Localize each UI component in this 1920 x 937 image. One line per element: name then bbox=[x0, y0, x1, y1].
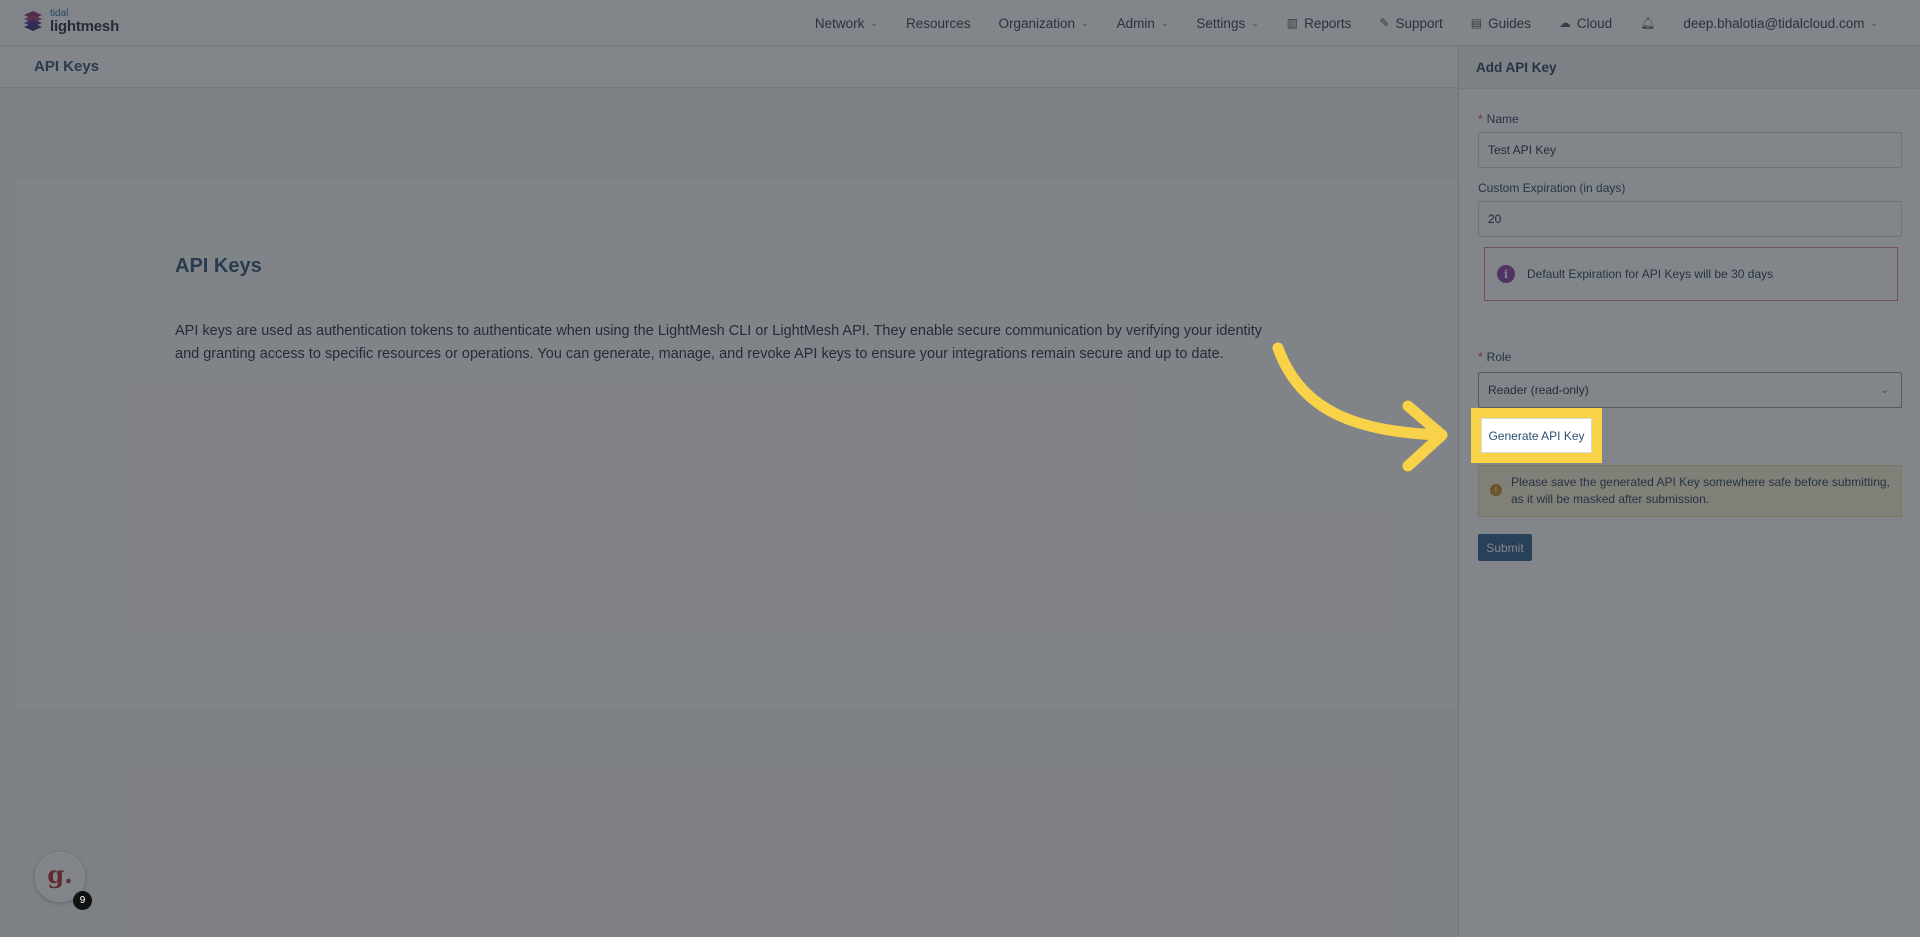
nav-admin[interactable]: Admin ⌄ bbox=[1103, 0, 1183, 46]
nav-guides[interactable]: ▤ Guides bbox=[1457, 0, 1545, 46]
save-key-warning: ! Please save the generated API Key some… bbox=[1478, 465, 1902, 517]
role-label: * Role bbox=[1478, 350, 1511, 364]
guide-arrow-icon bbox=[1272, 342, 1448, 472]
nav-support[interactable]: ✎ Support bbox=[1365, 0, 1456, 46]
expiration-input-value: 20 bbox=[1488, 212, 1502, 226]
required-marker: * bbox=[1478, 350, 1483, 364]
role-select[interactable]: Reader (read-only) ⌄ bbox=[1478, 372, 1902, 408]
nav-support-label: Support bbox=[1395, 15, 1443, 31]
nav-items: Network ⌄ Resources Organization ⌄ Admin ⌄ … bbox=[801, 0, 1892, 46]
lightmesh-logo-icon bbox=[24, 10, 42, 31]
name-input[interactable]: Test API Key bbox=[1478, 132, 1902, 168]
chevron-down-icon: ⌄ bbox=[1870, 17, 1878, 28]
nav-network[interactable]: Network ⌄ bbox=[801, 0, 892, 46]
nav-organization-label: Organization bbox=[998, 15, 1076, 31]
required-marker: * bbox=[1478, 112, 1483, 126]
nav-settings-label: Settings bbox=[1196, 15, 1246, 31]
chevron-down-icon: ⌄ bbox=[1081, 17, 1089, 28]
top-navbar: tidal lightmesh Network ⌄ Resources Organ… bbox=[0, 0, 1920, 46]
user-menu[interactable]: deep.bhalotia@tidalcloud.com ⌄ bbox=[1669, 0, 1892, 46]
description-line-1: API keys are used as authentication toke… bbox=[175, 323, 1263, 339]
expiration-input[interactable]: 20 bbox=[1478, 201, 1902, 237]
info-icon: i bbox=[1497, 265, 1515, 283]
drawer-header: Add API Key bbox=[1459, 47, 1920, 89]
chevron-down-icon: ⌄ bbox=[1251, 17, 1259, 28]
nav-reports[interactable]: ▥ Reports bbox=[1273, 0, 1366, 46]
role-label-text: Role bbox=[1486, 350, 1512, 364]
role-select-value: Reader (read-only) bbox=[1488, 383, 1589, 397]
content-title: API Keys bbox=[175, 255, 262, 277]
name-label: * Name bbox=[1478, 112, 1519, 126]
description-line-2: and granting access to specific resource… bbox=[175, 346, 1224, 362]
book-icon: ▤ bbox=[1470, 16, 1483, 30]
widget-logo-icon: g. bbox=[47, 859, 73, 889]
content-description: API keys are used as authentication toke… bbox=[175, 320, 1275, 366]
expiration-label: Custom Expiration (in days) bbox=[1478, 181, 1626, 195]
user-email: deep.bhalotia@tidalcloud.com bbox=[1683, 15, 1865, 31]
add-api-key-drawer: Add API Key * Name Test API Key Custom Ex… bbox=[1458, 47, 1920, 937]
notifications-button[interactable]: 🔔︎ bbox=[1626, 0, 1669, 46]
warning-line-2: as it will be masked after submission. bbox=[1511, 492, 1710, 506]
name-label-text: Name bbox=[1486, 112, 1519, 126]
bar-chart-icon: ▥ bbox=[1286, 16, 1299, 30]
cloud-icon: ☁ bbox=[1558, 16, 1571, 30]
info-alert-text: Default Expiration for API Keys will be … bbox=[1527, 267, 1774, 281]
nav-admin-label: Admin bbox=[1116, 15, 1155, 31]
nav-guides-label: Guides bbox=[1488, 15, 1531, 31]
nav-resources-label: Resources bbox=[905, 15, 971, 31]
bell-icon: 🔔︎ bbox=[1640, 16, 1656, 30]
warning-line-1: Please save the generated API Key somewh… bbox=[1511, 475, 1890, 489]
nav-network-label: Network bbox=[814, 15, 865, 31]
widget-badge: 9 bbox=[73, 891, 92, 910]
logo[interactable]: tidal lightmesh bbox=[22, 9, 119, 34]
wrench-icon: ✎ bbox=[1379, 16, 1390, 30]
chevron-down-icon: ⌄ bbox=[1880, 384, 1889, 396]
page-title: API Keys bbox=[34, 58, 100, 75]
nav-reports-label: Reports bbox=[1304, 15, 1352, 31]
expiration-info-alert: i Default Expiration for API Keys will b… bbox=[1484, 247, 1898, 301]
nav-cloud-label: Cloud bbox=[1576, 15, 1613, 31]
nav-cloud[interactable]: ☁ Cloud bbox=[1545, 0, 1626, 46]
drawer-title: Add API Key bbox=[1476, 60, 1557, 75]
nav-organization[interactable]: Organization ⌄ bbox=[985, 0, 1103, 46]
logo-big-text: lightmesh bbox=[50, 18, 120, 35]
nav-resources[interactable]: Resources bbox=[892, 0, 985, 46]
help-widget-button[interactable]: g. 9 bbox=[35, 852, 92, 910]
warning-icon: ! bbox=[1490, 484, 1502, 496]
submit-button[interactable]: Submit bbox=[1478, 534, 1532, 561]
chevron-down-icon: ⌄ bbox=[870, 17, 878, 28]
chevron-down-icon: ⌄ bbox=[1160, 17, 1169, 28]
generate-api-key-button[interactable]: Generate API Key bbox=[1481, 418, 1592, 453]
nav-settings[interactable]: Settings ⌄ bbox=[1182, 0, 1272, 46]
name-input-value: Test API Key bbox=[1488, 143, 1557, 157]
page-subheader: API Keys bbox=[0, 47, 1458, 88]
